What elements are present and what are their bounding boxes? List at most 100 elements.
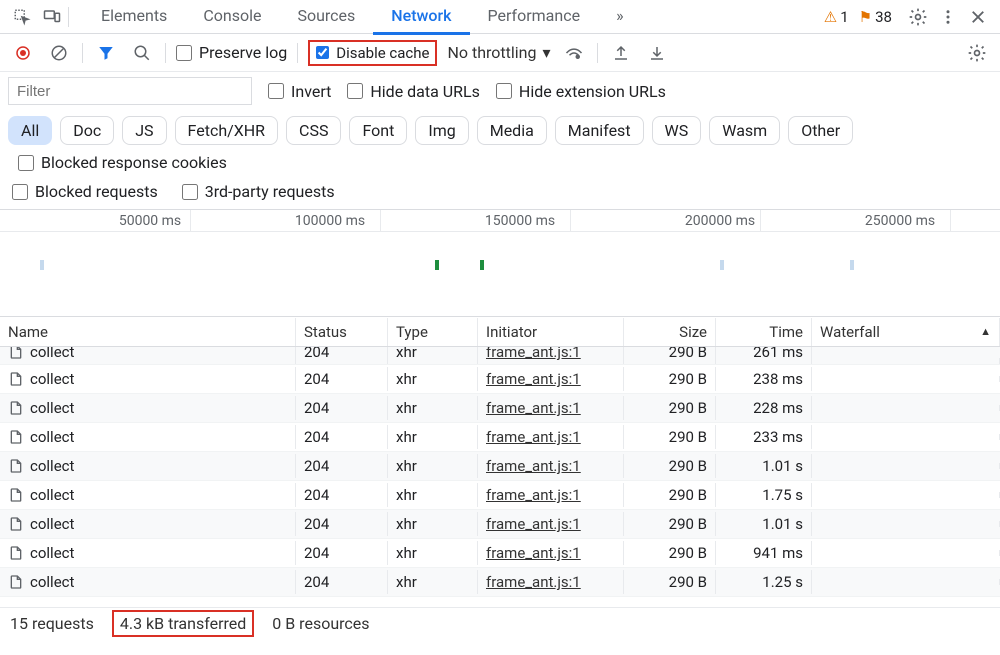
type-chip-manifest[interactable]: Manifest	[555, 116, 644, 145]
cell-type: xhr	[388, 347, 478, 364]
tab-elements[interactable]: Elements	[83, 0, 185, 35]
cell-waterfall	[812, 405, 1000, 411]
inspect-icon[interactable]	[8, 3, 36, 31]
filter-input[interactable]	[8, 77, 252, 105]
initiator-link[interactable]: frame_ant.js:1	[486, 428, 581, 446]
cell-name: collect	[0, 347, 296, 364]
record-icon[interactable]	[10, 40, 36, 66]
disable-cache-input[interactable]	[316, 46, 329, 59]
initiator-link[interactable]: frame_ant.js:1	[486, 573, 581, 591]
settings-icon[interactable]	[904, 3, 932, 31]
tab-sources[interactable]: Sources	[279, 0, 373, 35]
table-row[interactable]: collect204xhrframe_ant.js:1290 B1.75 s	[0, 481, 1000, 510]
divider	[68, 7, 69, 27]
third-party-input[interactable]	[182, 184, 198, 200]
hide-extension-urls-checkbox[interactable]: Hide extension URLs	[496, 82, 666, 101]
blocked-requests-input[interactable]	[12, 184, 28, 200]
type-chip-js[interactable]: JS	[122, 116, 166, 145]
upload-har-icon[interactable]	[608, 40, 634, 66]
col-type[interactable]: Type	[388, 318, 478, 346]
col-initiator[interactable]: Initiator	[478, 318, 624, 346]
cell-time: 233 ms	[716, 425, 812, 449]
type-chip-doc[interactable]: Doc	[60, 116, 114, 145]
table-row[interactable]: collect204xhrframe_ant.js:1290 B233 ms	[0, 423, 1000, 452]
initiator-link[interactable]: frame_ant.js:1	[486, 399, 581, 417]
timeline-overview[interactable]: 50000 ms 100000 ms 150000 ms 200000 ms 2…	[0, 209, 1000, 317]
cell-status: 204	[296, 396, 388, 420]
table-row[interactable]: collect204xhrframe_ant.js:1290 B1.01 s	[0, 452, 1000, 481]
type-chip-other[interactable]: Other	[788, 116, 853, 145]
hide-ext-input[interactable]	[496, 83, 512, 99]
more-tabs-icon[interactable]: »	[598, 0, 642, 35]
col-size[interactable]: Size	[624, 318, 716, 346]
blocked-cookies-label: Blocked response cookies	[41, 153, 227, 172]
type-chip-img[interactable]: Img	[415, 116, 468, 145]
invert-input[interactable]	[268, 83, 284, 99]
invert-checkbox[interactable]: Invert	[268, 82, 331, 101]
initiator-link[interactable]: frame_ant.js:1	[486, 486, 581, 504]
tick-label: 250000 ms	[865, 213, 935, 229]
type-chip-fetch-xhr[interactable]: Fetch/XHR	[175, 116, 279, 145]
hide-data-urls-checkbox[interactable]: Hide data URLs	[347, 82, 480, 101]
requests-table: Name Status Type Initiator Size Time Wat…	[0, 317, 1000, 607]
type-chip-media[interactable]: Media	[477, 116, 547, 145]
tab-console[interactable]: Console	[185, 0, 279, 35]
download-har-icon[interactable]	[644, 40, 670, 66]
initiator-link[interactable]: frame_ant.js:1	[486, 347, 581, 361]
cell-status: 204	[296, 347, 388, 364]
table-row[interactable]: collect204xhrframe_ant.js:1290 B1.01 s	[0, 510, 1000, 539]
col-waterfall[interactable]: Waterfall ▲	[812, 318, 1000, 346]
table-row[interactable]: collect204xhrframe_ant.js:1290 B238 ms	[0, 365, 1000, 394]
type-chip-all[interactable]: All	[8, 116, 52, 145]
cell-waterfall	[812, 550, 1000, 556]
network-settings-icon[interactable]	[964, 40, 990, 66]
search-icon[interactable]	[129, 40, 155, 66]
col-status[interactable]: Status	[296, 318, 388, 346]
issues-badge[interactable]: ⚑ 38	[859, 8, 892, 26]
preserve-log-checkbox[interactable]: Preserve log	[176, 43, 287, 62]
type-chip-font[interactable]: Font	[349, 116, 407, 145]
panel-tabs: Elements Console Sources Network Perform…	[83, 0, 642, 35]
initiator-link[interactable]: frame_ant.js:1	[486, 457, 581, 475]
cell-status: 204	[296, 483, 388, 507]
type-chip-ws[interactable]: WS	[652, 116, 702, 145]
third-party-checkbox[interactable]: 3rd-party requests	[182, 182, 335, 201]
cell-initiator: frame_ant.js:1	[478, 396, 624, 420]
tab-network[interactable]: Network	[373, 0, 469, 35]
device-toggle-icon[interactable]	[38, 3, 66, 31]
preserve-log-input[interactable]	[176, 45, 192, 61]
cell-initiator: frame_ant.js:1	[478, 541, 624, 565]
warnings-badge[interactable]: ⚠ 1	[824, 8, 849, 26]
cell-waterfall	[812, 463, 1000, 469]
tab-performance[interactable]: Performance	[470, 0, 599, 35]
table-row[interactable]: collect204xhrframe_ant.js:1290 B1.25 s	[0, 568, 1000, 597]
throttling-dropdown[interactable]: No throttling ▾	[447, 43, 550, 62]
type-chip-css[interactable]: CSS	[286, 116, 341, 145]
table-row[interactable]: collect204xhrframe_ant.js:1290 B261 ms	[0, 347, 1000, 365]
type-chip-wasm[interactable]: Wasm	[709, 116, 780, 145]
cell-name: collect	[0, 512, 296, 536]
blocked-cookies-checkbox[interactable]: Blocked response cookies	[18, 153, 227, 172]
initiator-link[interactable]: frame_ant.js:1	[486, 370, 581, 388]
cell-time: 941 ms	[716, 541, 812, 565]
col-name[interactable]: Name	[0, 318, 296, 346]
network-toolbar: Preserve log Disable cache No throttling…	[0, 34, 1000, 72]
filter-icon[interactable]	[93, 40, 119, 66]
blocked-cookies-input[interactable]	[18, 155, 34, 171]
col-time[interactable]: Time	[716, 318, 812, 346]
alerts-group: ⚠ 1 ⚑ 38	[824, 8, 892, 26]
kebab-menu-icon[interactable]	[934, 3, 962, 31]
hide-data-input[interactable]	[347, 83, 363, 99]
network-conditions-icon[interactable]	[561, 40, 587, 66]
timeline-mark	[720, 260, 724, 270]
cell-status: 204	[296, 570, 388, 594]
table-row[interactable]: collect204xhrframe_ant.js:1290 B941 ms	[0, 539, 1000, 568]
initiator-link[interactable]: frame_ant.js:1	[486, 544, 581, 562]
blocked-requests-checkbox[interactable]: Blocked requests	[12, 182, 158, 201]
transferred-size: 4.3 kB transferred	[112, 610, 254, 637]
initiator-link[interactable]: frame_ant.js:1	[486, 515, 581, 533]
tick-label: 100000 ms	[295, 213, 365, 229]
clear-icon[interactable]	[46, 40, 72, 66]
table-row[interactable]: collect204xhrframe_ant.js:1290 B228 ms	[0, 394, 1000, 423]
close-icon[interactable]	[964, 3, 992, 31]
